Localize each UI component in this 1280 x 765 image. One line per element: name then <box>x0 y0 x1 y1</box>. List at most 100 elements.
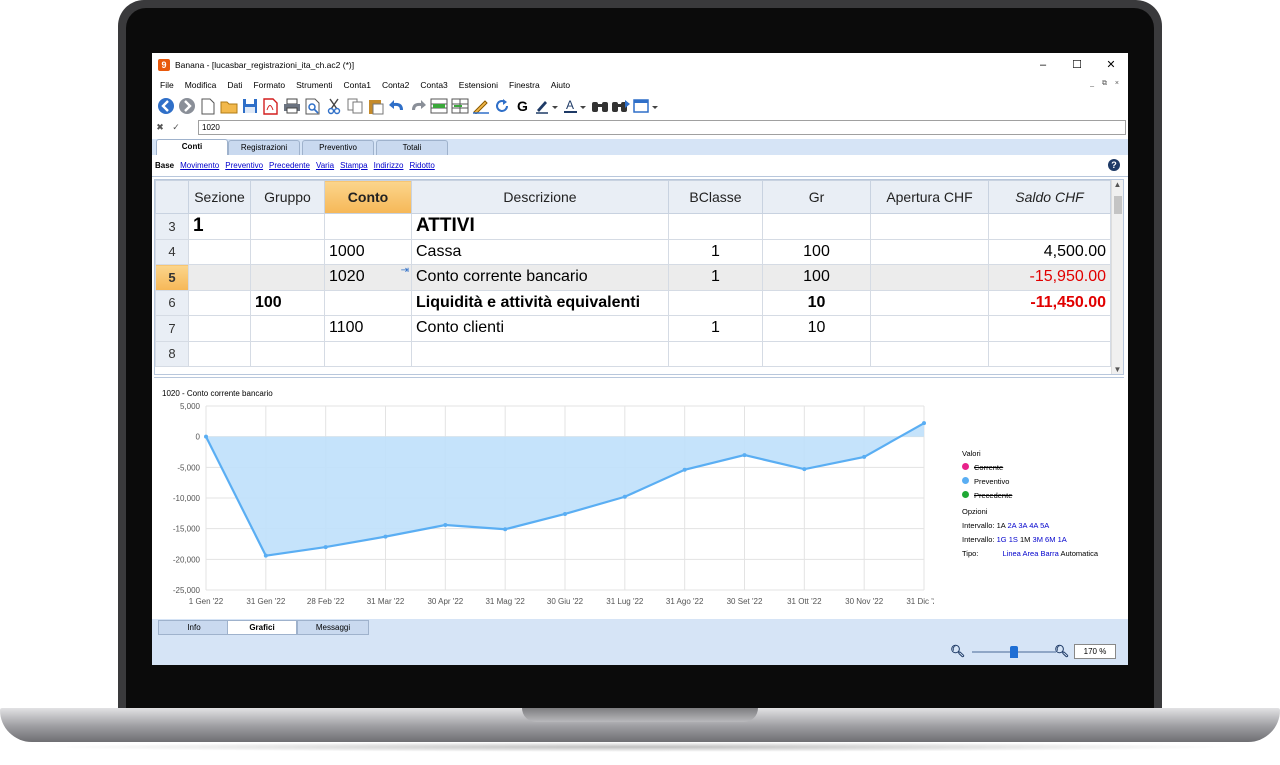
cell-saldo[interactable] <box>988 340 1111 367</box>
cell-sezione[interactable] <box>188 289 251 316</box>
legend-item-precedente[interactable]: Precedente <box>962 489 1098 503</box>
cell-conto[interactable]: 1020 ⇥ <box>324 264 412 291</box>
pdf-icon[interactable] <box>261 97 280 116</box>
scroll-up-icon[interactable]: ▲ <box>1112 180 1123 189</box>
edit-pen-icon[interactable] <box>471 97 490 116</box>
cell-gr[interactable] <box>762 340 871 367</box>
table-vertical-scrollbar[interactable]: ▲ ▼ <box>1111 180 1123 374</box>
legend-item-preventivo[interactable]: Preventivo <box>962 475 1098 489</box>
find-replace-icon[interactable] <box>611 97 630 116</box>
interval-1a-period[interactable]: 1A <box>1058 535 1067 544</box>
cell-edit-input[interactable]: 1020 <box>198 120 1126 135</box>
cell-saldo[interactable]: -15,950.00 <box>988 264 1111 291</box>
interval-1m[interactable]: 1M <box>1020 535 1030 544</box>
save-icon[interactable] <box>240 97 259 116</box>
column-header-apertura[interactable]: Apertura CHF <box>870 180 989 214</box>
cell-bclasse[interactable] <box>668 213 763 240</box>
column-header-saldo[interactable]: Saldo CHF <box>988 180 1111 214</box>
menu-modifica[interactable]: Modifica <box>185 80 217 90</box>
tab-grafici[interactable]: Grafici <box>227 620 297 635</box>
cell-bclasse[interactable] <box>668 289 763 316</box>
tab-registrazioni[interactable]: Registrazioni <box>228 140 300 155</box>
interval-6m[interactable]: 6M <box>1045 535 1055 544</box>
column-header-conto[interactable]: Conto <box>324 180 412 214</box>
minimize-button[interactable]: – <box>1026 53 1060 77</box>
menu-aiuto[interactable]: Aiuto <box>551 80 570 90</box>
menu-estensioni[interactable]: Estensioni <box>459 80 498 90</box>
cell-saldo[interactable]: -11,450.00 <box>988 289 1111 316</box>
cell-gruppo[interactable]: 100 <box>250 289 325 316</box>
mdi-window-controls[interactable]: _ ⧉ × <box>1090 80 1122 88</box>
cell-conto[interactable] <box>324 213 412 240</box>
type-automatica[interactable]: Automatica <box>1060 549 1098 558</box>
copy-icon[interactable] <box>345 97 364 116</box>
view-preventivo[interactable]: Preventivo <box>225 161 263 170</box>
print-preview-icon[interactable] <box>303 97 322 116</box>
new-file-icon[interactable] <box>198 97 217 116</box>
menu-file[interactable]: File <box>160 80 174 90</box>
table-row-selected[interactable]: 5 1020 ⇥ Conto corrente bancario 1 100 -1… <box>155 264 1111 291</box>
cell-descrizione[interactable]: Liquidità e attività equivalenti <box>411 289 669 316</box>
cell-sezione[interactable] <box>188 238 251 265</box>
view-base[interactable]: Base <box>155 161 174 170</box>
open-folder-icon[interactable] <box>219 97 238 116</box>
interval-3a[interactable]: 3A <box>1018 521 1027 530</box>
cell-gr[interactable] <box>762 213 871 240</box>
add-row-icon[interactable] <box>429 97 448 116</box>
zoom-value[interactable]: 170 % <box>1074 644 1116 659</box>
cell-gr[interactable]: 10 <box>762 289 871 316</box>
cell-apertura[interactable] <box>870 264 989 291</box>
cell-bclasse[interactable] <box>668 340 763 367</box>
type-area[interactable]: Area <box>1023 549 1039 558</box>
row-number[interactable]: 6 <box>155 289 189 316</box>
cell-apertura[interactable] <box>870 289 989 316</box>
cell-saldo[interactable]: 4,500.00 <box>988 238 1111 265</box>
zoom-in-icon[interactable]: 🔍︎ <box>1054 644 1069 658</box>
tab-totali[interactable]: Totali <box>376 140 448 155</box>
interval-3m[interactable]: 3M <box>1033 535 1043 544</box>
print-icon[interactable] <box>282 97 301 116</box>
cell-sezione[interactable]: 1 <box>188 213 251 240</box>
cell-gruppo[interactable] <box>250 213 325 240</box>
view-movimento[interactable]: Movimento <box>180 161 219 170</box>
font-color-icon[interactable]: A <box>562 97 588 116</box>
cell-apertura[interactable] <box>870 315 989 342</box>
row-number[interactable]: 5 <box>155 264 189 291</box>
cell-gruppo[interactable] <box>250 238 325 265</box>
confirm-edit-icon[interactable]: ✓ <box>168 122 184 133</box>
cell-saldo[interactable] <box>988 213 1111 240</box>
legend-item-corrente[interactable]: Corrente <box>962 461 1098 475</box>
menu-finestra[interactable]: Finestra <box>509 80 540 90</box>
scroll-down-icon[interactable]: ▼ <box>1112 365 1123 374</box>
cell-gr[interactable]: 100 <box>762 264 871 291</box>
cell-bclasse[interactable]: 1 <box>668 264 763 291</box>
zoom-out-icon[interactable]: 🔍︎ <box>950 644 965 658</box>
account-link-icon[interactable]: ⇥ <box>401 265 409 276</box>
cell-conto[interactable] <box>324 340 412 367</box>
highlight-icon[interactable] <box>534 97 560 116</box>
find-icon[interactable] <box>590 97 609 116</box>
view-indirizzo[interactable]: Indirizzo <box>374 161 404 170</box>
interval-1g[interactable]: 1G <box>997 535 1007 544</box>
menu-formato[interactable]: Formato <box>253 80 285 90</box>
cell-apertura[interactable] <box>870 213 989 240</box>
cell-descrizione[interactable]: Conto corrente bancario <box>411 264 669 291</box>
table-row[interactable]: 4 1000 Cassa 1 100 4,500.00 <box>155 238 1111 265</box>
cell-sezione[interactable] <box>188 264 251 291</box>
row-number[interactable]: 4 <box>155 238 189 265</box>
table-row[interactable]: 6 100 Liquidità e attività equivalenti 1… <box>155 289 1111 316</box>
paste-icon[interactable] <box>366 97 385 116</box>
view-ridotto[interactable]: Ridotto <box>409 161 434 170</box>
menu-conta3[interactable]: Conta3 <box>420 80 447 90</box>
cell-bclasse[interactable]: 1 <box>668 238 763 265</box>
undo-icon[interactable] <box>387 97 406 116</box>
window-icon[interactable] <box>632 97 660 116</box>
table-row[interactable]: 3 1 ATTIVI <box>155 213 1111 240</box>
cell-sezione[interactable] <box>188 315 251 342</box>
cell-descrizione[interactable]: Conto clienti <box>411 315 669 342</box>
scroll-thumb[interactable] <box>1114 196 1122 214</box>
table-row[interactable]: 7 1100 Conto clienti 1 10 <box>155 315 1111 342</box>
bold-icon[interactable]: G <box>513 97 532 116</box>
cell-apertura[interactable] <box>870 340 989 367</box>
tab-info[interactable]: Info <box>158 620 230 635</box>
